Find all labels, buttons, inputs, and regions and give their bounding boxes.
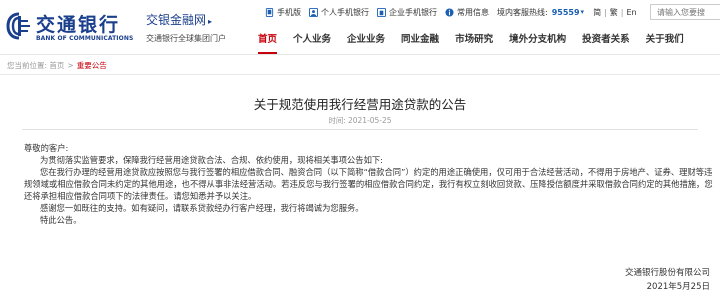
nav-home[interactable]: 首页 xyxy=(250,30,285,54)
subsite-title: 交银金融网 xyxy=(146,13,207,27)
breadcrumb-divider xyxy=(0,74,720,75)
breadcrumb-prefix: 您当前位置: xyxy=(7,61,48,70)
bank-logo-icon xyxy=(6,12,30,40)
nav-overseas[interactable]: 境外分支机构 xyxy=(501,30,574,52)
hotline[interactable]: 境内客服热线: 95559 ▾ xyxy=(497,7,584,18)
person-icon xyxy=(309,7,318,17)
main-nav: 首页 个人业务 企业业务 同业金融 市场研究 境外分支机构 投资者关系 关于我们 xyxy=(250,30,692,54)
article-signature-block: 交通银行股份有限公司 2021年5月25日 xyxy=(625,266,710,294)
subsite-subtitle: 交通银行全球集团门户 xyxy=(146,34,226,43)
article-paragraph: 您在我行办理的经营用途贷款应按照您与我行签署的相应借款合同、融资合同（以下简称“… xyxy=(24,167,713,201)
article-paragraph: 为贯彻落实监管要求，保障我行经营用途贷款合法、合规、依约使用，现将相关事项公告如… xyxy=(40,155,383,165)
bank-name-cn: 交通银行 xyxy=(36,14,121,36)
nav-research[interactable]: 市场研究 xyxy=(447,30,501,52)
top-link-label: 常用信息 xyxy=(457,7,489,17)
site-header: 交通银行 BANK OF COMMUNICATIONS 交银金融网 ▸ 交通银行全… xyxy=(0,0,720,55)
info-icon xyxy=(445,7,454,17)
article-signature: 交通银行股份有限公司 xyxy=(624,268,710,278)
breadcrumb-separator: > xyxy=(67,61,74,70)
lang-simplified[interactable]: 简 xyxy=(593,7,601,18)
tablet-icon xyxy=(265,7,274,17)
top-link-label: 个人手机银行 xyxy=(321,7,369,17)
lang-english[interactable]: En xyxy=(626,8,636,17)
top-link-label: 企业手机银行 xyxy=(389,7,437,17)
top-link-personal-mobile[interactable]: 个人手机银行 xyxy=(309,7,369,18)
hotline-label: 境内客服热线: xyxy=(497,7,548,17)
top-link-common-info[interactable]: 常用信息 xyxy=(445,7,489,18)
breadcrumb: 您当前位置: 首页 > 重要公告 xyxy=(7,60,107,71)
article-paragraph: 特此公告。 xyxy=(40,215,82,225)
date-label: 时间: xyxy=(328,116,346,125)
nav-investor[interactable]: 投资者关系 xyxy=(574,30,638,52)
date-value: 2021-05-25 xyxy=(347,116,392,125)
top-link-label: 手机版 xyxy=(277,7,301,17)
top-links: 手机版 个人手机银行 企业手机银行 常用信息 境内客服热线: 95559 ▾ 简… xyxy=(265,6,644,18)
article-title: 关于规范使用我行经营用途贷款的公告 xyxy=(253,97,467,112)
article-date: 时间: 2021-05-25 xyxy=(0,115,720,126)
breadcrumb-home[interactable]: 首页 xyxy=(49,61,64,70)
article-greeting: 尊敬的客户: xyxy=(24,143,69,153)
language-switcher: 简 | 繁 | En xyxy=(593,7,637,18)
chevron-down-icon: ▾ xyxy=(580,8,585,16)
title-divider xyxy=(22,129,698,130)
search-input[interactable] xyxy=(650,4,720,20)
bank-logo[interactable]: 交通银行 BANK OF COMMUNICATIONS xyxy=(6,8,136,44)
enterprise-icon xyxy=(377,7,386,17)
breadcrumb-current[interactable]: 重要公告 xyxy=(77,61,107,70)
article-paragraph: 感谢您一如既往的支持。如有疑问，请联系贷款经办行客户经理，我行将竭诚为您服务。 xyxy=(40,203,364,213)
lang-traditional[interactable]: 繁 xyxy=(610,7,618,18)
nav-interbank[interactable]: 同业金融 xyxy=(393,30,447,52)
article-signature-date: 2021年5月25日 xyxy=(646,282,710,292)
hotline-number: 95559 xyxy=(551,7,580,17)
nav-personal[interactable]: 个人业务 xyxy=(285,30,339,52)
subsite-arrow-icon: ▸ xyxy=(208,17,213,26)
bank-name-en: BANK OF COMMUNICATIONS xyxy=(36,35,134,42)
nav-enterprise[interactable]: 企业业务 xyxy=(339,30,393,52)
article-body: 尊敬的客户: 为贯彻落实监管要求，保障我行经营用途贷款合法、合规、依约使用，现将… xyxy=(24,142,714,226)
subsite-switcher[interactable]: 交银金融网 ▸ 交通银行全球集团门户 xyxy=(146,11,226,44)
nav-about[interactable]: 关于我们 xyxy=(638,30,692,52)
top-link-enterprise-mobile[interactable]: 企业手机银行 xyxy=(377,7,437,18)
top-link-tablet[interactable]: 手机版 xyxy=(265,7,301,18)
